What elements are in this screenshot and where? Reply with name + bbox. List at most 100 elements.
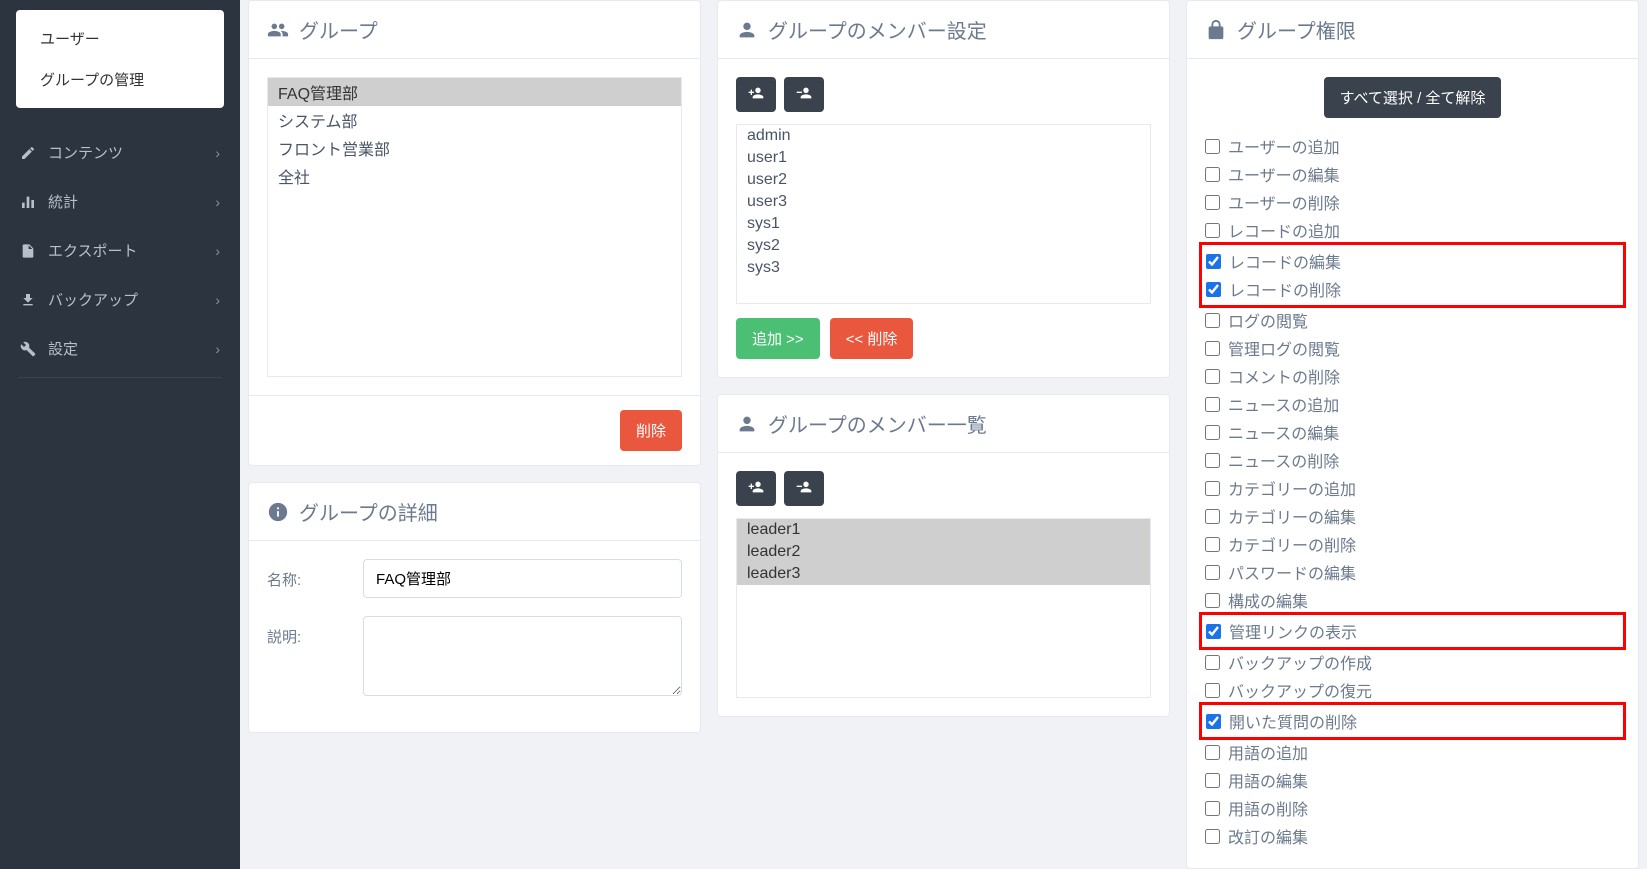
select-all-toggle-button[interactable]: すべて選択 / 全て解除 (1324, 77, 1502, 118)
permission-checkbox[interactable] (1206, 624, 1221, 639)
groups-listbox[interactable]: FAQ管理部システム部フロント営業部全社 (267, 77, 682, 377)
permission-checkbox[interactable] (1205, 537, 1220, 552)
member-option[interactable]: leader2 (737, 541, 1150, 563)
permission-checkbox[interactable] (1205, 773, 1220, 788)
group-option[interactable]: 全社 (268, 162, 681, 190)
permission-item: 用語の追加 (1205, 738, 1620, 766)
permission-item: レコードの編集 (1206, 247, 1619, 275)
permission-item: 改訂の編集 (1205, 822, 1620, 850)
nav-label: 設定 (48, 338, 78, 359)
sidebar-nav-stats[interactable]: 統計› (0, 177, 240, 226)
permission-checkbox[interactable] (1205, 223, 1220, 238)
group-option[interactable]: FAQ管理部 (268, 78, 681, 106)
name-input[interactable] (363, 559, 682, 598)
permission-checkbox[interactable] (1205, 745, 1220, 760)
chevron-right-icon: › (215, 243, 220, 259)
permission-checkbox[interactable] (1205, 593, 1220, 608)
sidebar: ユーザー グループの管理 コンテンツ›統計›エクスポート›バックアップ›設定› (0, 0, 240, 869)
permission-item: 管理リンクの表示 (1206, 617, 1619, 645)
permission-label: レコードの削除 (1229, 277, 1341, 301)
permission-checkbox[interactable] (1205, 341, 1220, 356)
user-option[interactable]: admin (737, 125, 1150, 147)
permission-checkbox[interactable] (1205, 829, 1220, 844)
permission-checkbox[interactable] (1205, 397, 1220, 412)
edit-icon (20, 145, 36, 161)
description-textarea[interactable] (363, 616, 682, 696)
remove-button[interactable]: << 削除 (830, 318, 914, 359)
user-icon (736, 19, 758, 41)
permission-label: レコードの編集 (1229, 249, 1341, 273)
members-list-card: グループのメンバー一覧 leader1leader2leader3 (717, 394, 1170, 717)
add-member-icon-button[interactable] (736, 77, 776, 112)
permission-checkbox[interactable] (1206, 714, 1221, 729)
add-member-icon-button-2[interactable] (736, 471, 776, 506)
permission-checkbox[interactable] (1206, 254, 1221, 269)
sidebar-item-users[interactable]: ユーザー (16, 18, 224, 59)
permission-item: カテゴリーの削除 (1205, 530, 1620, 558)
permission-checkbox[interactable] (1205, 655, 1220, 670)
permission-item: レコードの削除 (1206, 275, 1619, 303)
permission-item: ニュースの削除 (1205, 446, 1620, 474)
user-option[interactable]: user1 (737, 147, 1150, 169)
permission-item: ニュースの編集 (1205, 418, 1620, 446)
permission-label: ニュースの編集 (1228, 420, 1339, 444)
chevron-right-icon: › (215, 292, 220, 308)
permission-checkbox[interactable] (1206, 282, 1221, 297)
members-list-title: グループのメンバー一覧 (768, 409, 987, 438)
permissions-card: グループ権限 すべて選択 / 全て解除 ユーザーの追加ユーザーの編集ユーザーの削… (1186, 0, 1639, 869)
groups-card: グループ FAQ管理部システム部フロント営業部全社 削除 (248, 0, 701, 466)
user-option[interactable]: sys3 (737, 257, 1150, 279)
permission-checkbox[interactable] (1205, 313, 1220, 328)
group-option[interactable]: フロント営業部 (268, 134, 681, 162)
available-users-listbox[interactable]: adminuser1user2user3sys1sys2sys3 (736, 124, 1151, 304)
wrench-icon (20, 341, 36, 357)
members-list-header: グループのメンバー一覧 (718, 395, 1169, 453)
group-option[interactable]: システム部 (268, 106, 681, 134)
sidebar-nav-edit[interactable]: コンテンツ› (0, 128, 240, 177)
chevron-right-icon: › (215, 194, 220, 210)
nav-label: バックアップ (48, 289, 138, 310)
permission-checkbox[interactable] (1205, 453, 1220, 468)
user-option[interactable]: user3 (737, 191, 1150, 213)
delete-group-button[interactable]: 削除 (620, 410, 682, 451)
sidebar-nav-download[interactable]: バックアップ › (0, 275, 240, 324)
user-remove-icon (796, 85, 812, 101)
permission-checkbox[interactable] (1205, 801, 1220, 816)
current-members-listbox[interactable]: leader1leader2leader3 (736, 518, 1151, 698)
nav-label: コンテンツ (48, 142, 123, 163)
permission-checkbox[interactable] (1205, 369, 1220, 384)
highlight-box: レコードの編集レコードの削除 (1199, 242, 1626, 308)
user-option[interactable]: sys1 (737, 213, 1150, 235)
permission-checkbox[interactable] (1205, 509, 1220, 524)
sidebar-item-groups[interactable]: グループの管理 (16, 59, 224, 100)
permission-checkbox[interactable] (1205, 481, 1220, 496)
group-details-title: グループの詳細 (299, 497, 438, 526)
permission-checkbox[interactable] (1205, 139, 1220, 154)
permission-label: 管理ログの閲覧 (1228, 336, 1340, 360)
group-details-card: グループの詳細 名称: 説明: (248, 482, 701, 733)
permissions-header: グループ権限 (1187, 1, 1638, 59)
permission-checkbox[interactable] (1205, 425, 1220, 440)
permission-checkbox[interactable] (1205, 167, 1220, 182)
name-label: 名称: (267, 559, 347, 590)
permission-item: ユーザーの編集 (1205, 160, 1620, 188)
add-button[interactable]: 追加 >> (736, 318, 820, 359)
permission-item: パスワードの編集 (1205, 558, 1620, 586)
stats-icon (20, 194, 36, 210)
permission-checkbox[interactable] (1205, 565, 1220, 580)
sidebar-nav-wrench[interactable]: 設定› (0, 324, 240, 373)
sidebar-nav-file[interactable]: エクスポート › (0, 226, 240, 275)
permission-label: バックアップの作成 (1228, 650, 1372, 674)
member-option[interactable]: leader1 (737, 519, 1150, 541)
user-option[interactable]: sys2 (737, 235, 1150, 257)
nav-label: エクスポート (48, 240, 138, 261)
member-option[interactable]: leader3 (737, 563, 1150, 585)
permission-item: 管理ログの閲覧 (1205, 334, 1620, 362)
permission-label: ユーザーの削除 (1228, 190, 1340, 214)
permission-checkbox[interactable] (1205, 195, 1220, 210)
remove-member-icon-button-2[interactable] (784, 471, 824, 506)
user-option[interactable]: user2 (737, 169, 1150, 191)
file-icon (20, 243, 36, 259)
permission-checkbox[interactable] (1205, 683, 1220, 698)
remove-member-icon-button[interactable] (784, 77, 824, 112)
